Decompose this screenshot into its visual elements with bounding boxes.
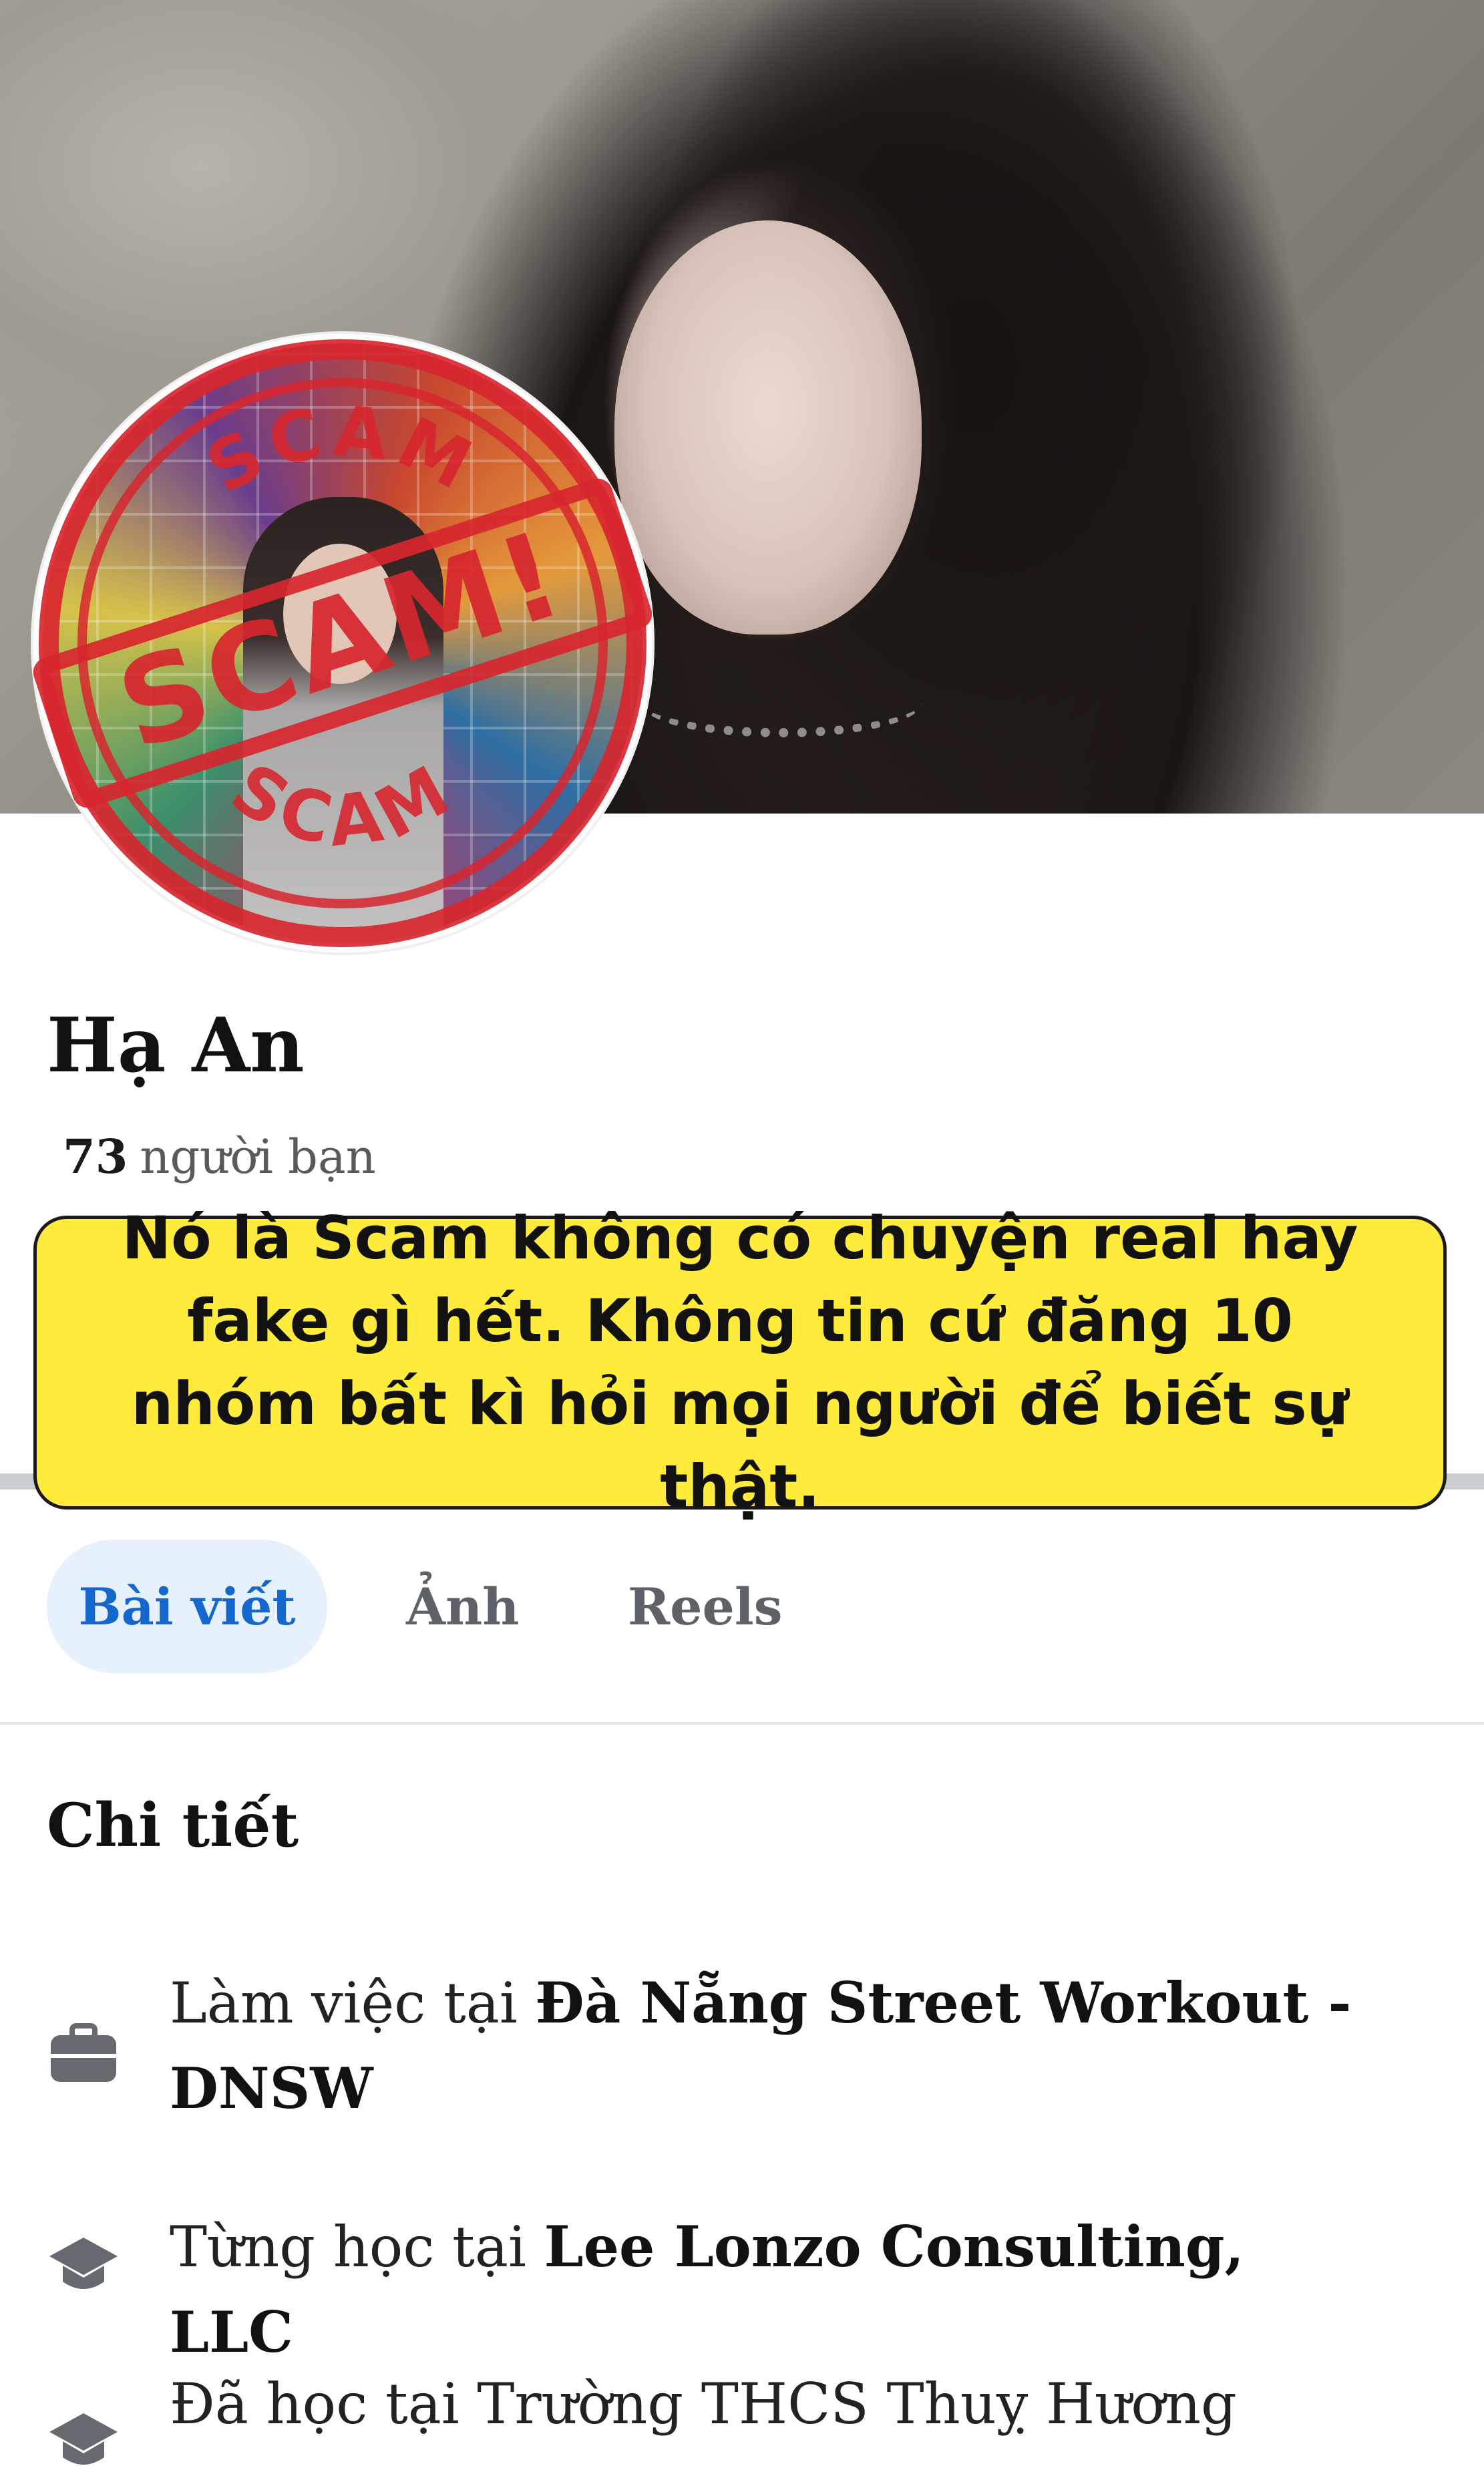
- profile-page: SCAM SCAM SCAM! Hạ An 73 người bạn Nó là …: [0, 0, 1484, 2466]
- tab-photos-label: Ảnh: [406, 1576, 520, 1636]
- detail-school-prefix: Đã học tại: [170, 2371, 478, 2437]
- scam-stamp-icon: SCAM SCAM SCAM!: [33, 339, 652, 947]
- detail-study-text: Từng học tại Lee Lonzo Consulting, LLC: [170, 2204, 1372, 2375]
- profile-avatar[interactable]: SCAM SCAM SCAM!: [33, 334, 652, 952]
- detail-study-prefix: Từng học tại: [170, 2214, 544, 2280]
- tab-reels[interactable]: Reels: [628, 1540, 783, 1673]
- friends-count: 73: [63, 1129, 128, 1184]
- friends-label: người bạn: [140, 1129, 376, 1184]
- cover-photo-necklace: [641, 668, 922, 737]
- details-title: Chi tiết: [47, 1790, 299, 1861]
- warning-note: Nó là Scam không có chuyện real hay fake…: [33, 1204, 1447, 1521]
- tabs-divider: [0, 1722, 1484, 1725]
- stamp-main-text: SCAM!: [103, 504, 580, 777]
- warning-note-text: Nó là Scam không có chuyện real hay fake…: [122, 1204, 1358, 1521]
- briefcase-icon: [51, 2023, 116, 2082]
- tab-posts[interactable]: Bài viết: [47, 1540, 327, 1673]
- friends-summary[interactable]: 73 người bạn: [63, 1129, 376, 1184]
- stamp-ring-bottom-text: SCAM: [218, 747, 461, 862]
- detail-school-value[interactable]: Trường THCS Thuỵ Hương: [477, 2371, 1236, 2437]
- tab-posts-label: Bài viết: [78, 1576, 296, 1636]
- tab-reels-label: Reels: [628, 1576, 783, 1636]
- detail-work-prefix: Làm việc tại: [170, 1970, 536, 2036]
- tab-photos[interactable]: Ảnh: [406, 1540, 519, 1673]
- svg-text:SCAM: SCAM: [218, 747, 468, 862]
- detail-school-text: Đã học tại Trường THCS Thuỵ Hương: [170, 2361, 1372, 2447]
- cover-photo-face: [614, 220, 922, 635]
- graduation-cap-icon: [49, 2413, 118, 2465]
- profile-name: Hạ An: [47, 1002, 305, 1089]
- detail-work-text: Làm việc tại Đà Nẵng Street Workout - DN…: [170, 1960, 1372, 2131]
- graduation-cap-icon: [49, 2238, 118, 2289]
